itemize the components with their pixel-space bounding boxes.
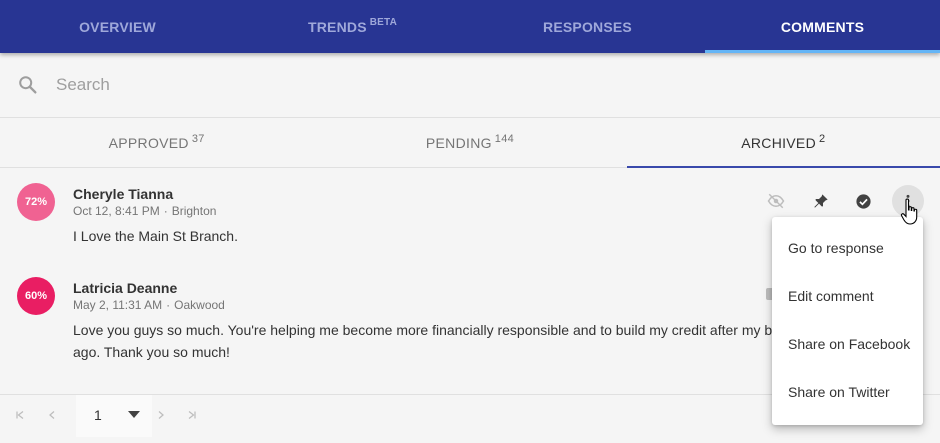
tab-comments[interactable]: COMMENTS bbox=[705, 0, 940, 53]
comment-options-menu: Go to response Edit comment Share on Fac… bbox=[772, 217, 923, 425]
archived-count: 2 bbox=[818, 132, 826, 145]
comment-location: Oakwood bbox=[174, 298, 225, 312]
comment-text: Love you guys so much. You're helping me… bbox=[73, 322, 773, 338]
hide-button[interactable] bbox=[760, 185, 792, 217]
menu-item-share-facebook[interactable]: Share on Facebook bbox=[772, 320, 923, 368]
pending-count: 144 bbox=[494, 132, 515, 145]
tab-comments-label: COMMENTS bbox=[780, 18, 865, 35]
comment-date: May 2, 11:31 AM bbox=[73, 298, 163, 312]
menu-item-go-to-response[interactable]: Go to response bbox=[772, 224, 923, 272]
top-nav: OVERVIEW TRENDS BETA RESPONSES COMMENTS bbox=[0, 0, 940, 53]
tab-trends-label: TRENDS bbox=[307, 18, 367, 35]
comment-text: I Love the Main St Branch. bbox=[73, 228, 238, 244]
pin-button[interactable] bbox=[805, 185, 837, 217]
commenter-name: Cheryle Tianna bbox=[73, 186, 174, 202]
tab-pending-label: PENDING bbox=[425, 134, 492, 151]
tab-overview[interactable]: OVERVIEW bbox=[0, 0, 235, 53]
tab-approved[interactable]: APPROVED 37 bbox=[0, 118, 313, 167]
approved-count: 37 bbox=[191, 132, 205, 145]
comment-text-continued: ago. Thank you so much! bbox=[73, 344, 230, 360]
check-circle-icon bbox=[855, 193, 871, 209]
page-select[interactable]: 1 bbox=[76, 395, 152, 437]
comment-meta: Oct 12, 8:41 PM · Brighton bbox=[73, 204, 216, 218]
search-icon bbox=[19, 76, 37, 94]
hide-icon bbox=[767, 193, 785, 209]
caret-down-icon bbox=[126, 407, 142, 423]
page-number: 1 bbox=[94, 407, 102, 423]
last-page-button[interactable] bbox=[184, 407, 200, 423]
comment-status-tabs: APPROVED 37 PENDING 144 ARCHIVED 2 bbox=[0, 118, 940, 168]
comment-date: Oct 12, 8:41 PM bbox=[73, 204, 160, 218]
menu-item-share-twitter[interactable]: Share on Twitter bbox=[772, 368, 923, 416]
score-avatar: 60% bbox=[17, 277, 55, 315]
commenter-name: Latricia Deanne bbox=[73, 280, 178, 296]
chevron-right-icon bbox=[158, 411, 164, 419]
beta-badge: BETA bbox=[369, 17, 398, 28]
tab-trends[interactable]: TRENDS BETA bbox=[235, 0, 470, 53]
search-bar bbox=[0, 53, 940, 118]
first-page-button[interactable] bbox=[12, 407, 28, 423]
hand-cursor-icon bbox=[900, 198, 918, 225]
score-avatar: 72% bbox=[17, 183, 55, 221]
tab-responses[interactable]: RESPONSES bbox=[470, 0, 705, 53]
next-page-button[interactable] bbox=[153, 407, 169, 423]
comment-meta: May 2, 11:31 AM · Oakwood bbox=[73, 298, 225, 312]
prev-page-button[interactable] bbox=[44, 407, 60, 423]
comment-location: Brighton bbox=[171, 204, 217, 218]
tab-overview-label: OVERVIEW bbox=[79, 18, 156, 35]
first-page-icon bbox=[16, 411, 24, 419]
approve-button[interactable] bbox=[847, 185, 879, 217]
tab-responses-label: RESPONSES bbox=[543, 18, 632, 35]
meta-separator: · bbox=[166, 298, 171, 312]
last-page-icon bbox=[188, 411, 196, 419]
tab-pending[interactable]: PENDING 144 bbox=[313, 118, 626, 167]
tab-approved-label: APPROVED bbox=[108, 134, 189, 151]
tab-archived-label: ARCHIVED bbox=[741, 134, 816, 151]
search-input[interactable] bbox=[56, 75, 556, 95]
menu-item-edit-comment[interactable]: Edit comment bbox=[772, 272, 923, 320]
meta-separator: · bbox=[163, 204, 168, 218]
tab-archived[interactable]: ARCHIVED 2 bbox=[626, 118, 940, 168]
pin-icon bbox=[814, 194, 828, 208]
chevron-left-icon bbox=[49, 411, 55, 419]
